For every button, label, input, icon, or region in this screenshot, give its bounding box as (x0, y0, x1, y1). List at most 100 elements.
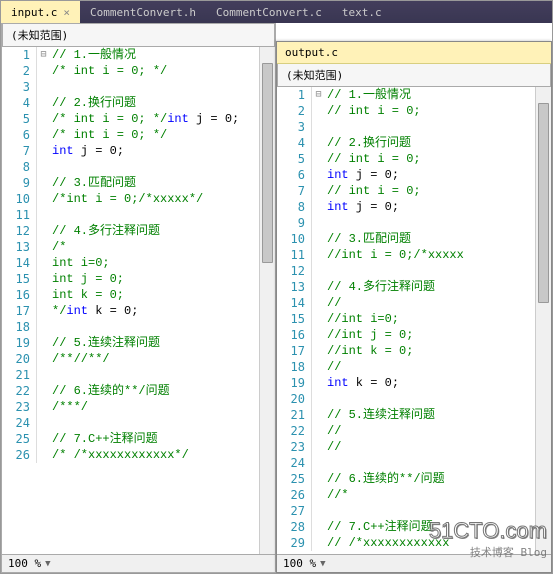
code-text[interactable]: // /*xxxxxxxxxxxx (325, 535, 551, 551)
code-text[interactable]: // 5.连续注释问题 (50, 335, 275, 351)
code-line[interactable]: 12// 4.多行注释问题 (2, 223, 275, 239)
code-line[interactable]: 21 (2, 367, 275, 383)
fold-gutter[interactable]: ⊟ (36, 47, 50, 63)
fold-gutter[interactable] (36, 287, 50, 303)
code-line[interactable]: 22// (277, 423, 551, 439)
scroll-thumb[interactable] (262, 63, 273, 263)
code-line[interactable]: 9 (277, 215, 551, 231)
code-text[interactable]: // 6.连续的**/问题 (325, 471, 551, 487)
code-text[interactable] (325, 455, 551, 471)
code-text[interactable] (325, 391, 551, 407)
fold-gutter[interactable] (311, 119, 325, 135)
zoom-dropdown-icon[interactable]: ▼ (45, 559, 50, 569)
code-line[interactable]: 12 (277, 263, 551, 279)
code-line[interactable]: 8int j = 0; (277, 199, 551, 215)
zoom-level[interactable]: 100 % (283, 557, 316, 570)
fold-gutter[interactable] (311, 231, 325, 247)
fold-gutter[interactable] (311, 135, 325, 151)
code-text[interactable]: // int i = 0; (325, 183, 551, 199)
code-line[interactable]: 3 (2, 79, 275, 95)
code-editor-left[interactable]: 1⊟// 1.一般情况2/* int i = 0; */34// 2.换行问题5… (2, 47, 275, 554)
code-text[interactable] (325, 503, 551, 519)
code-text[interactable]: //int k = 0; (325, 343, 551, 359)
fold-gutter[interactable] (311, 183, 325, 199)
code-text[interactable] (325, 119, 551, 135)
code-text[interactable] (50, 159, 275, 175)
fold-gutter[interactable] (36, 367, 50, 383)
fold-gutter[interactable] (311, 375, 325, 391)
code-line[interactable]: 15int j = 0; (2, 271, 275, 287)
fold-gutter[interactable] (36, 399, 50, 415)
code-text[interactable]: // 6.连续的**/问题 (50, 383, 275, 399)
code-line[interactable]: 16int k = 0; (2, 287, 275, 303)
code-line[interactable]: 2/* int i = 0; */ (2, 63, 275, 79)
code-line[interactable]: 11//int i = 0;/*xxxxx (277, 247, 551, 263)
vertical-scrollbar[interactable] (535, 87, 551, 554)
fold-gutter[interactable] (311, 391, 325, 407)
code-line[interactable]: 24 (277, 455, 551, 471)
code-text[interactable]: // (325, 423, 551, 439)
code-line[interactable]: 8 (2, 159, 275, 175)
fold-gutter[interactable] (311, 535, 325, 551)
code-line[interactable]: 1⊟// 1.一般情况 (277, 87, 551, 103)
code-line[interactable]: 28// 7.C++注释问题 (277, 519, 551, 535)
fold-gutter[interactable] (311, 503, 325, 519)
code-text[interactable]: int j = 0; (50, 271, 275, 287)
code-text[interactable]: /***/ (50, 399, 275, 415)
fold-gutter[interactable] (311, 247, 325, 263)
fold-gutter[interactable] (311, 215, 325, 231)
code-text[interactable]: // 1.一般情况 (50, 47, 275, 63)
code-text[interactable]: // 7.C++注释问题 (50, 431, 275, 447)
fold-gutter[interactable] (36, 127, 50, 143)
code-line[interactable]: 24 (2, 415, 275, 431)
code-line[interactable]: 7int j = 0; (2, 143, 275, 159)
code-line[interactable]: 13// 4.多行注释问题 (277, 279, 551, 295)
fold-gutter[interactable] (36, 159, 50, 175)
code-line[interactable]: 13/* (2, 239, 275, 255)
fold-gutter[interactable] (36, 111, 50, 127)
code-line[interactable]: 11 (2, 207, 275, 223)
code-text[interactable] (50, 79, 275, 95)
fold-gutter[interactable] (36, 223, 50, 239)
fold-gutter[interactable] (36, 255, 50, 271)
code-line[interactable]: 4// 2.换行问题 (277, 135, 551, 151)
code-text[interactable]: /* /*xxxxxxxxxxxx*/ (50, 447, 275, 463)
fold-gutter[interactable] (311, 295, 325, 311)
code-line[interactable]: 10/*int i = 0;/*xxxxx*/ (2, 191, 275, 207)
fold-gutter[interactable] (36, 351, 50, 367)
fold-gutter[interactable] (36, 239, 50, 255)
code-text[interactable]: // 5.连续注释问题 (325, 407, 551, 423)
code-editor-right[interactable]: 1⊟// 1.一般情况2// int i = 0; 34// 2.换行问题5//… (277, 87, 551, 554)
code-line[interactable]: 26/* /*xxxxxxxxxxxx*/ (2, 447, 275, 463)
code-text[interactable]: int i=0; (50, 255, 275, 271)
code-text[interactable]: // 4.多行注释问题 (325, 279, 551, 295)
code-text[interactable]: // (325, 295, 551, 311)
code-text[interactable]: // (325, 359, 551, 375)
code-line[interactable]: 20/**//**/ (2, 351, 275, 367)
code-text[interactable]: //int i=0; (325, 311, 551, 327)
fold-gutter[interactable] (36, 95, 50, 111)
fold-gutter[interactable] (311, 167, 325, 183)
scroll-thumb[interactable] (538, 103, 549, 303)
fold-gutter[interactable] (311, 311, 325, 327)
code-text[interactable]: int j = 0; (50, 143, 275, 159)
code-text[interactable]: //* (325, 487, 551, 503)
code-line[interactable]: 18// (277, 359, 551, 375)
code-line[interactable]: 15//int i=0; (277, 311, 551, 327)
fold-gutter[interactable] (311, 423, 325, 439)
fold-gutter[interactable] (311, 359, 325, 375)
code-text[interactable]: int j = 0; (325, 167, 551, 183)
code-text[interactable]: /* int i = 0; */ (50, 127, 275, 143)
fold-gutter[interactable] (36, 143, 50, 159)
code-line[interactable]: 18 (2, 319, 275, 335)
fold-gutter[interactable]: ⊟ (311, 87, 325, 103)
code-line[interactable]: 6/* int i = 0; */ (2, 127, 275, 143)
code-text[interactable] (50, 319, 275, 335)
code-text[interactable] (50, 415, 275, 431)
code-text[interactable]: /* (50, 239, 275, 255)
fold-gutter[interactable] (311, 455, 325, 471)
code-line[interactable]: 10// 3.匹配问题 (277, 231, 551, 247)
code-text[interactable]: // (325, 439, 551, 455)
tab-text-c[interactable]: text.c (332, 1, 392, 23)
fold-gutter[interactable] (36, 207, 50, 223)
